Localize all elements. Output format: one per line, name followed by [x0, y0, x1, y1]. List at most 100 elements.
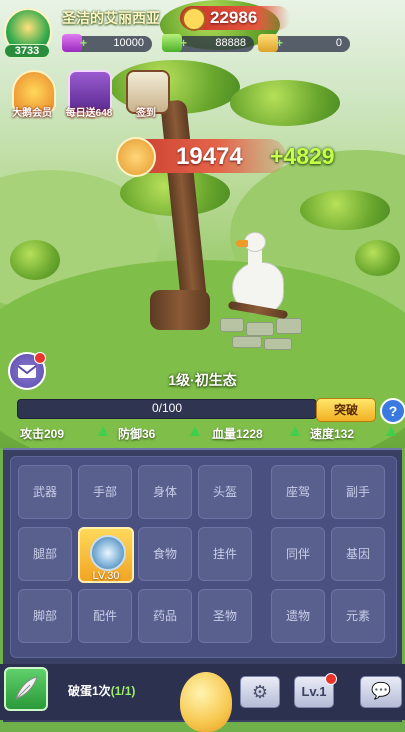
stone-tile [246, 322, 274, 336]
top-score-value: 22986 [210, 8, 258, 27]
level-button[interactable]: Lv.1 [294, 673, 337, 708]
upgrade-arrow-icon [190, 426, 200, 436]
medal-icon [182, 7, 206, 31]
equipment-slot-label: 脚部 [32, 609, 57, 623]
help-button[interactable]: ? [380, 398, 405, 424]
equipment-slot-label: 手部 [92, 485, 117, 499]
stone-tile [220, 318, 244, 332]
feather-button[interactable] [4, 667, 48, 711]
player-name: 圣洁的艾丽西亚 [62, 10, 160, 26]
add-icon[interactable]: + [180, 36, 187, 50]
equipment-slot[interactable]: 元素 [331, 589, 385, 643]
golden-egg[interactable] [180, 672, 232, 732]
power-badge: 19474 [116, 137, 286, 177]
add-icon[interactable]: + [80, 36, 87, 50]
cash-icon [162, 34, 182, 52]
equipment-slot-label: 腿部 [32, 547, 57, 561]
hatch-count: (1/1) [110, 684, 136, 698]
equipment-slot-label: 配件 [92, 609, 117, 623]
resource-gems[interactable]: + 10000 [62, 34, 152, 52]
stone-tile [276, 318, 302, 334]
equipment-slot[interactable]: 配件 [78, 589, 132, 643]
chat-icon: 💬 [371, 683, 391, 700]
equipment-slot[interactable]: LV.30 [78, 527, 134, 583]
equipment-slot-label: 圣物 [212, 609, 237, 623]
equipment-slot[interactable]: 身体 [138, 465, 192, 519]
equipment-slot-label: 座驾 [285, 485, 310, 499]
player-level: 3733 [4, 44, 50, 58]
tree-roots [150, 290, 210, 330]
stat-defense: 防御36 [118, 427, 156, 441]
daily-gift-label[interactable]: 每日送648 [62, 104, 116, 119]
gem-icon [62, 34, 82, 52]
equipment-slot-label: 同伴 [285, 547, 310, 561]
equipment-item-icon [90, 535, 126, 571]
stage-title: 1级·初生态 [168, 372, 237, 388]
hatch-info: 破蛋1次(1/1) [68, 682, 135, 699]
add-icon[interactable]: + [276, 36, 283, 50]
equipment-slot-label: 基因 [345, 547, 370, 561]
power-value: 19474 [176, 143, 243, 170]
equipment-slot-label: 挂件 [212, 547, 237, 561]
equipment-slot[interactable]: 武器 [18, 465, 72, 519]
equipment-slot-label: 头盔 [212, 485, 237, 499]
equipment-slot[interactable]: 遗物 [271, 589, 325, 643]
equipment-slot[interactable]: 同伴 [271, 527, 325, 581]
equipment-slot[interactable]: 药品 [138, 589, 192, 643]
resource-tickets[interactable]: + 0 [258, 34, 350, 52]
stat-attack: 攻击209 [20, 427, 65, 441]
equipment-slot-label: 元素 [345, 609, 370, 623]
equipment-slot[interactable]: 圣物 [198, 589, 252, 643]
tree-canopy [300, 190, 390, 230]
level-button-label: Lv.1 [301, 684, 327, 699]
stage-progress-bar: 0/100 [17, 399, 317, 419]
equipment-level: LV.30 [92, 570, 120, 582]
equipment-slot[interactable]: 头盔 [198, 465, 252, 519]
equipment-slot-label: 身体 [152, 485, 177, 499]
gear-icon: ⚙ [251, 682, 269, 702]
breakthrough-button[interactable]: 突破 [316, 398, 376, 422]
top-score-badge: 22986 [180, 6, 290, 31]
resource-value: 10000 [113, 37, 144, 49]
equipment-slot[interactable]: 座驾 [271, 465, 325, 519]
resource-value: 0 [335, 37, 342, 49]
equipment-slot-label: 副手 [345, 485, 370, 499]
equipment-slot[interactable]: 副手 [331, 465, 385, 519]
tree-canopy [230, 80, 340, 126]
upgrade-arrow-icon [386, 426, 396, 436]
equipment-slot-label: 食物 [152, 547, 177, 561]
resource-cash[interactable]: + 88888 [162, 34, 254, 52]
equipment-grid: 武器 手部 身体 头盔 座驾 副手腿部 LV.30 食物 挂件 同伴 基因脚部 配件 药品 圣物 遗物 元素 [10, 456, 397, 658]
feather-icon [15, 676, 38, 700]
equipment-slot[interactable]: 食物 [138, 527, 192, 581]
vip-button-label[interactable]: 大鹅会员 [8, 104, 56, 119]
progress-text: 0/100 [151, 401, 183, 415]
equipment-slot[interactable]: 挂件 [198, 527, 252, 581]
chat-button[interactable]: 💬 [360, 676, 402, 708]
equipment-slot[interactable]: 腿部 [18, 527, 72, 581]
equipment-slot[interactable]: 手部 [78, 465, 132, 519]
goose-beak [236, 240, 248, 247]
equipment-slot[interactable]: 脚部 [18, 589, 72, 643]
power-icon [116, 137, 156, 177]
equipment-slot-label: 武器 [32, 485, 57, 499]
bush [355, 240, 400, 276]
stone-tile [264, 338, 292, 350]
resource-value: 88888 [215, 37, 246, 49]
equipment-slot-label: 药品 [152, 609, 177, 623]
equipment-slot[interactable]: 基因 [331, 527, 385, 581]
stat-speed: 速度132 [310, 427, 355, 441]
settings-button[interactable]: ⚙ [240, 676, 280, 708]
hatch-label: 破蛋1次 [68, 684, 111, 698]
upgrade-arrow-icon [290, 426, 300, 436]
equipment-slot-label: 遗物 [285, 609, 310, 623]
upgrade-arrow-icon [98, 426, 108, 436]
stone-tile [232, 336, 262, 348]
power-gain: +4829 [270, 143, 335, 169]
notification-dot [325, 673, 337, 685]
notification-dot [34, 352, 46, 364]
sign-in-label[interactable]: 签到 [126, 104, 166, 119]
stat-hp: 血量1228 [212, 427, 263, 441]
bush [10, 240, 60, 280]
ticket-icon [258, 34, 278, 52]
